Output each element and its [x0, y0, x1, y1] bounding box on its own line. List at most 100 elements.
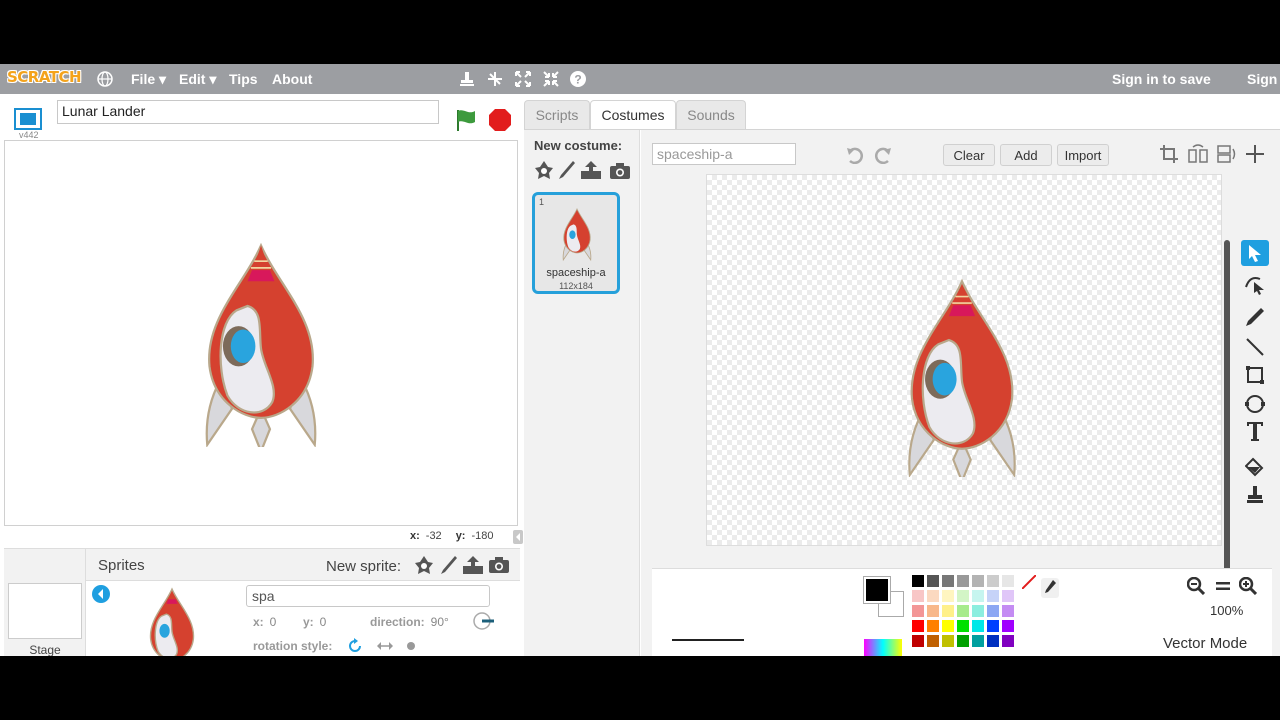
camera-icon[interactable]	[488, 556, 510, 574]
color-swatch[interactable]	[957, 635, 969, 647]
direction-dial-icon[interactable]	[472, 611, 496, 631]
costume-name-input[interactable]: spaceship-a	[652, 143, 796, 165]
color-swatch[interactable]	[912, 620, 924, 632]
color-swatch[interactable]	[942, 575, 954, 587]
crop-icon[interactable]	[1159, 144, 1179, 164]
flip-vertical-icon[interactable]	[1216, 144, 1236, 164]
color-swatch[interactable]	[942, 635, 954, 647]
tab-scripts[interactable]: Scripts	[524, 100, 590, 130]
pencil-tool[interactable]	[1241, 304, 1269, 330]
presentation-mode-icon[interactable]	[14, 108, 42, 130]
color-swatch[interactable]	[972, 590, 984, 602]
color-swatch[interactable]	[1002, 605, 1014, 617]
stage-thumbnail[interactable]	[8, 583, 82, 639]
green-flag-icon[interactable]	[453, 107, 479, 133]
color-swatch[interactable]	[957, 605, 969, 617]
set-costume-center-icon[interactable]	[1245, 144, 1265, 164]
ellipse-tool[interactable]	[1241, 390, 1269, 416]
color-swatch[interactable]	[927, 605, 939, 617]
zoom-in-icon[interactable]	[1239, 577, 1257, 595]
color-swatch[interactable]	[927, 575, 939, 587]
tab-costumes[interactable]: Costumes	[590, 100, 676, 130]
add-button[interactable]: Add	[1000, 144, 1052, 166]
transparent-color-swatch[interactable]	[1022, 575, 1036, 589]
clear-button[interactable]: Clear	[943, 144, 995, 166]
rotate-all-around-icon[interactable]	[346, 637, 364, 655]
zoom-reset-icon[interactable]	[1215, 579, 1231, 593]
costume-item-spaceship-a[interactable]: 1 spaceship-a 112x184	[532, 192, 620, 294]
costume-canvas[interactable]	[706, 174, 1222, 546]
color-swatch[interactable]	[912, 590, 924, 602]
color-swatch[interactable]	[1002, 575, 1014, 587]
color-swatch[interactable]	[957, 590, 969, 602]
color-picker-gradient[interactable]	[864, 639, 902, 656]
import-button[interactable]: Import	[1057, 144, 1109, 166]
rectangle-tool[interactable]	[1241, 362, 1269, 388]
spaceship-sprite[interactable]	[195, 241, 327, 447]
color-swatch[interactable]	[987, 605, 999, 617]
grow-icon[interactable]	[514, 70, 532, 88]
line-tool[interactable]	[1241, 334, 1269, 360]
color-swatch[interactable]	[942, 620, 954, 632]
upload-costume-icon[interactable]	[580, 160, 602, 180]
undo-icon[interactable]	[845, 146, 865, 164]
choose-sprite-from-library-icon[interactable]	[414, 555, 434, 575]
globe-icon[interactable]	[96, 70, 114, 88]
menu-edit[interactable]: Edit ▾	[179, 71, 216, 88]
color-swatch[interactable]	[942, 605, 954, 617]
stage-canvas[interactable]	[4, 140, 518, 526]
color-swatch[interactable]	[972, 620, 984, 632]
color-swatch[interactable]	[987, 590, 999, 602]
sign-in-to-save-link[interactable]: Sign in to save	[1112, 71, 1211, 87]
duplicate-stamp-icon[interactable]	[458, 70, 476, 88]
color-swatch[interactable]	[972, 605, 984, 617]
color-swatch[interactable]	[957, 620, 969, 632]
upload-sprite-icon[interactable]	[462, 555, 484, 575]
cut-icon[interactable]	[486, 70, 504, 88]
tab-sounds[interactable]: Sounds	[676, 100, 746, 130]
stop-sign-icon[interactable]	[488, 108, 512, 132]
paint-new-costume-icon[interactable]	[558, 160, 576, 180]
color-swatch[interactable]	[1002, 590, 1014, 602]
color-swatch[interactable]	[1002, 620, 1014, 632]
stage-selector[interactable]: Stage	[4, 549, 86, 656]
color-swatch[interactable]	[927, 635, 939, 647]
text-tool[interactable]	[1241, 418, 1269, 444]
sprite-name-input[interactable]: spa	[246, 585, 490, 607]
redo-icon[interactable]	[873, 146, 893, 164]
color-swatch[interactable]	[912, 635, 924, 647]
color-swatch[interactable]	[987, 635, 999, 647]
menu-tips[interactable]: Tips	[229, 71, 258, 87]
project-title-input[interactable]: Lunar Lander	[57, 100, 439, 124]
help-icon[interactable]: ?	[569, 70, 587, 88]
select-tool[interactable]	[1241, 240, 1269, 266]
collapse-stage-icon[interactable]	[513, 530, 523, 544]
choose-costume-from-library-icon[interactable]	[534, 160, 554, 180]
primary-color-swatch[interactable]	[864, 577, 890, 603]
line-width-sample[interactable]	[672, 639, 744, 641]
fill-tool[interactable]	[1241, 454, 1269, 480]
color-swatch[interactable]	[1002, 635, 1014, 647]
paint-new-sprite-icon[interactable]	[440, 555, 458, 575]
color-swatch[interactable]	[942, 590, 954, 602]
sign-link[interactable]: Sign	[1247, 71, 1277, 87]
sprite-info-back-icon[interactable]	[92, 585, 110, 603]
dont-rotate-icon[interactable]	[406, 641, 416, 651]
color-swatch[interactable]	[927, 590, 939, 602]
menu-file[interactable]: File ▾	[131, 71, 166, 88]
scratch-logo[interactable]: SCRATCH	[7, 68, 82, 90]
menu-about[interactable]: About	[272, 71, 312, 87]
canvas-scrollbar[interactable]	[1224, 240, 1230, 596]
reshape-tool[interactable]	[1241, 270, 1269, 296]
color-swatch[interactable]	[927, 620, 939, 632]
color-swatch[interactable]	[987, 575, 999, 587]
color-swatch[interactable]	[912, 575, 924, 587]
flip-horizontal-icon[interactable]	[1187, 144, 1209, 164]
costume-camera-icon[interactable]	[609, 162, 631, 180]
left-right-icon[interactable]	[376, 639, 394, 653]
color-swatch[interactable]	[987, 620, 999, 632]
color-swatch[interactable]	[972, 635, 984, 647]
spaceship-costume[interactable]	[897, 277, 1027, 477]
stamp-tool[interactable]	[1241, 482, 1269, 508]
color-swatch[interactable]	[972, 575, 984, 587]
